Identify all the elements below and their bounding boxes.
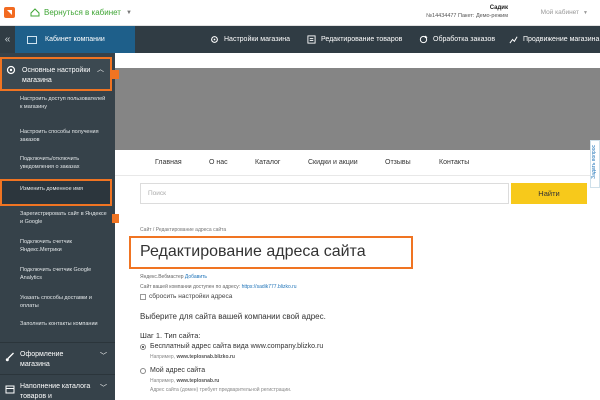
feedback-tab[interactable]: Задать вопрос: [590, 140, 600, 188]
window-icon: [27, 35, 37, 44]
gear-icon: [6, 65, 16, 75]
my-cabinet-dropdown[interactable]: Мой кабинет ▼: [541, 9, 588, 16]
edit-marker-icon[interactable]: [112, 214, 119, 223]
site-menu-reviews[interactable]: Отзывы: [385, 159, 411, 166]
radio-icon[interactable]: [140, 367, 146, 374]
sidebar-item-catalog[interactable]: Наполнение каталога товаров и ﹀: [0, 374, 115, 400]
chevron-down-icon: ▼: [583, 10, 588, 16]
sidebar-subitem-google-analytics[interactable]: Подключить счетчик Google Analytics: [20, 267, 108, 282]
chevron-up-icon: ︿: [97, 66, 104, 73]
refresh-icon: [419, 35, 428, 44]
option-own-address-label: Мой адрес сайта: [150, 367, 206, 374]
nav-store-promotion-label: Продвижение магазина: [523, 36, 600, 43]
search-placeholder: Поиск: [148, 190, 167, 197]
list-icon: [307, 35, 316, 44]
search-input[interactable]: Поиск: [140, 183, 509, 204]
sidebar-subitem-register-search[interactable]: Зарегистрировать сайт в Яндексе и Google: [20, 211, 108, 226]
box-icon: [5, 385, 15, 394]
sidebar-subitem-change-domain-label: Изменить доменное имя: [20, 186, 83, 192]
sidebar: Основные настройки магазина ︿ Настроить …: [0, 53, 115, 400]
sidebar-item-catalog-label: Наполнение каталога товаров и: [20, 383, 91, 400]
chevron-down-icon: ▼: [125, 9, 132, 16]
nav-edit-products-label: Редактирование товаров: [321, 36, 403, 43]
reset-address-label: сбросить настройки адреса: [149, 293, 233, 300]
site-menu-catalog[interactable]: Каталог: [255, 159, 280, 166]
sidebar-subitem-yandex-metrika[interactable]: Подключить счетчик Яндекс.Метрики: [20, 239, 108, 254]
user-name: Садик: [489, 5, 508, 11]
back-to-cabinet-link[interactable]: Вернуться в кабинет ▼: [30, 8, 132, 17]
collapse-sidebar-button[interactable]: «: [0, 26, 15, 53]
radio-selected-icon[interactable]: [140, 343, 146, 350]
webmaster-add-link[interactable]: Добавить: [185, 274, 207, 280]
back-to-cabinet-label: Вернуться в кабинет: [44, 8, 121, 17]
sidebar-subitem-order-notifications[interactable]: Подключить/отключить уведомления о заказ…: [20, 156, 108, 171]
sidebar-subitem-user-access[interactable]: Настроить доступ пользователей к магазин…: [20, 96, 108, 111]
main-navbar: « Кабинет компании Настройки магазина Ре…: [0, 26, 600, 53]
site-menu-home[interactable]: Главная: [155, 159, 182, 166]
nav-store-settings-label: Настройки магазина: [224, 36, 291, 43]
option-own-address-note: Адрес сайта (домен) требует предваритель…: [150, 387, 292, 393]
tab-company-cabinet-label: Кабинет компании: [45, 36, 105, 43]
chart-icon: [509, 36, 518, 44]
hint-example: www.teplosnab.blizko.ru: [176, 354, 235, 360]
webmaster-line: Яндекс.Вебмастер Добавить: [140, 274, 207, 280]
tab-company-cabinet[interactable]: Кабинет компании: [15, 26, 135, 53]
nav-edit-products[interactable]: Редактирование товаров: [307, 26, 402, 53]
webmaster-label: Яндекс.Вебмастер: [140, 274, 184, 280]
site-menu-about[interactable]: О нас: [209, 159, 228, 166]
my-cabinet-label: Мой кабинет: [540, 9, 580, 16]
nav-store-promotion[interactable]: Продвижение магазина: [509, 26, 599, 53]
choose-address-heading: Выберите для сайта вашей компании свой а…: [140, 312, 326, 321]
nav-order-processing-label: Обработка заказов: [433, 36, 496, 43]
option-own-address-hint: Например, www.teplosnab.ru: [150, 378, 219, 384]
top-bar: Вернуться в кабинет ▼ Садик №14434477 Па…: [0, 0, 600, 26]
user-account-meta: №14434477 Пакет: Демо-режим: [426, 13, 508, 19]
logo-icon[interactable]: [4, 7, 15, 18]
site-menu: Главная О нас Каталог Скидки и акции Отз…: [115, 150, 600, 176]
edit-marker-icon[interactable]: [112, 70, 119, 79]
nav-store-settings[interactable]: Настройки магазина: [210, 26, 290, 53]
sidebar-subitem-company-contacts[interactable]: Заполнить контакты компании: [20, 321, 108, 329]
brush-icon: [5, 352, 14, 362]
sidebar-subitem-change-domain[interactable]: Изменить доменное имя: [0, 179, 112, 206]
sidebar-subitem-delivery-payment[interactable]: Указать способы доставки и оплаты: [20, 295, 108, 310]
home-icon: [30, 8, 40, 17]
site-url-link[interactable]: https://sadik777.blizko.ru: [242, 284, 297, 290]
sidebar-item-main-settings-label: Основные настройки магазина: [22, 67, 91, 84]
option-own-address[interactable]: Мой адрес сайта: [140, 367, 205, 374]
hint-prefix: Например,: [150, 378, 176, 384]
option-free-address[interactable]: Бесплатный адрес сайта вида www.company.…: [140, 343, 323, 350]
site-url-label: Сайт вашей компании доступен по адресу:: [140, 284, 241, 290]
site-banner: [115, 68, 600, 150]
chevron-down-icon: ﹀: [100, 385, 107, 392]
breadcrumb[interactable]: Сайт / Редактирование адреса сайта: [140, 227, 226, 233]
reset-address-checkbox[interactable]: сбросить настройки адреса: [140, 293, 232, 300]
option-free-address-label: Бесплатный адрес сайта вида www.company.…: [150, 343, 324, 350]
sidebar-item-design[interactable]: Оформление магазина ﹀: [0, 342, 115, 372]
hint-example: www.teplosnab.ru: [176, 378, 220, 384]
site-url-line: Сайт вашей компании доступен по адресу: …: [140, 284, 297, 290]
option-free-address-hint: Например, www.teplosnab.blizko.ru: [150, 354, 235, 360]
nav-order-processing[interactable]: Обработка заказов: [419, 26, 495, 53]
chevron-down-icon: ﹀: [100, 353, 107, 360]
sidebar-subitem-order-receiving[interactable]: Настроить способы получения заказов: [20, 129, 108, 144]
gear-icon: [211, 36, 218, 43]
site-menu-discounts[interactable]: Скидки и акции: [308, 159, 358, 166]
step-heading: Шаг 1. Тип сайта:: [140, 331, 201, 340]
sidebar-item-design-label: Оформление магазина: [20, 351, 64, 368]
sidebar-item-main-settings[interactable]: Основные настройки магазина ︿: [0, 57, 112, 91]
feedback-tab-label: Задать вопрос: [591, 145, 597, 179]
user-info: Садик №14434477 Пакет: Демо-режим: [426, 5, 508, 19]
search-button[interactable]: Найти: [511, 183, 587, 204]
hint-prefix: Например,: [150, 354, 176, 360]
checkbox-icon[interactable]: [140, 293, 146, 300]
site-menu-contacts[interactable]: Контакты: [439, 159, 469, 166]
page-title: Редактирование адреса сайта: [140, 243, 366, 260]
